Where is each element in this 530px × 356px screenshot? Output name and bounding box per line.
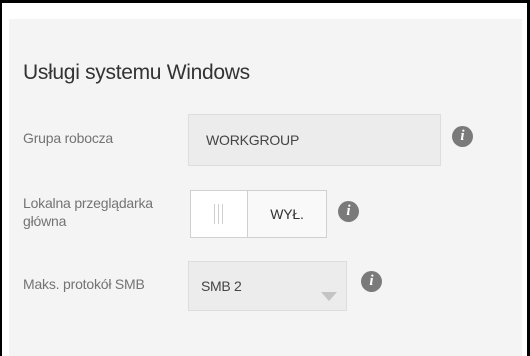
max-smb-protocol-label: Maks. protokół SMB xyxy=(23,276,145,292)
grip-line-icon xyxy=(218,204,219,224)
local-master-browser-label: Lokalna przeglądarka główna xyxy=(23,195,153,229)
local-master-browser-info-icon[interactable]: i xyxy=(338,201,359,222)
workgroup-label: Grupa robocza xyxy=(23,130,114,146)
select-value: SMB 2 xyxy=(201,278,242,294)
local-master-browser-toggle[interactable]: WYŁ. xyxy=(190,190,327,238)
workgroup-input[interactable] xyxy=(188,114,441,166)
toggle-knob[interactable] xyxy=(191,191,248,237)
grip-line-icon xyxy=(222,204,223,224)
toggle-state-label: WYŁ. xyxy=(270,206,304,222)
grip-line-icon xyxy=(214,204,215,224)
caret-down-icon xyxy=(321,292,337,301)
section-title: Usługi systemu Windows xyxy=(23,61,250,84)
max-smb-protocol-info-icon[interactable]: i xyxy=(361,271,382,292)
workgroup-info-icon[interactable]: i xyxy=(452,126,473,147)
max-smb-protocol-select[interactable]: SMB 2 xyxy=(188,261,347,311)
